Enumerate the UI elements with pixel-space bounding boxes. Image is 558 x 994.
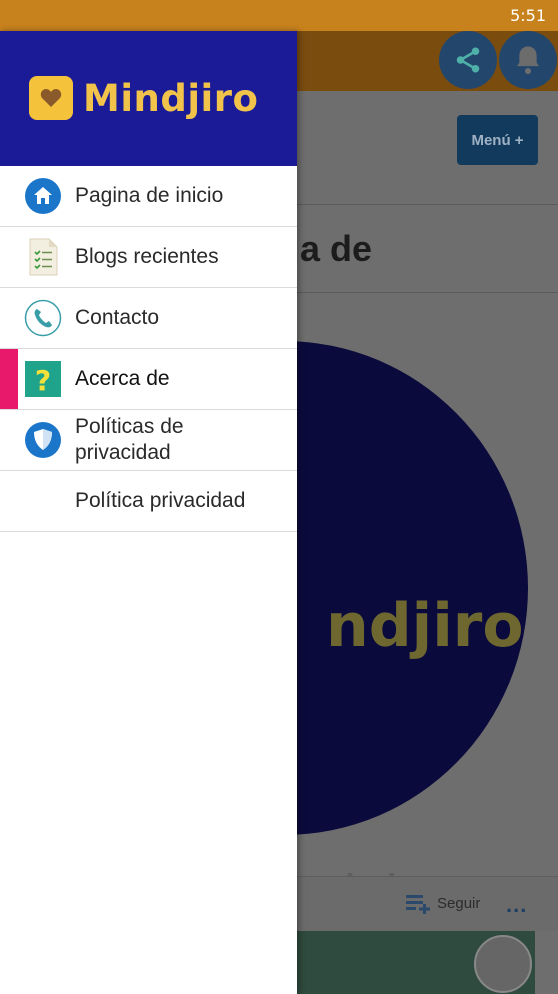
question-icon: ? xyxy=(24,360,62,398)
logo-mark-icon xyxy=(29,76,73,120)
home-icon xyxy=(24,177,62,215)
notifications-button[interactable] xyxy=(499,31,557,89)
active-marker xyxy=(0,349,18,409)
navigation-drawer: Mindjiro Pagina de inicio Blogs reciente… xyxy=(0,31,297,994)
page-title: a de xyxy=(300,228,373,269)
share-button[interactable] xyxy=(439,31,497,89)
nav-label: Contacto xyxy=(75,306,160,329)
nav-item-privacy-policy[interactable]: Política privacidad xyxy=(0,471,297,532)
nav-item-home[interactable]: Pagina de inicio xyxy=(0,166,297,227)
nav-item-about[interactable]: ? Acerca de xyxy=(0,349,297,410)
svg-text:?: ? xyxy=(35,364,51,397)
nav-label: Blogs recientes xyxy=(75,245,219,268)
nav-label: Pagina de inicio xyxy=(75,184,224,207)
nav-item-recent-blogs[interactable]: Blogs recientes xyxy=(0,227,297,288)
document-list-icon xyxy=(24,238,62,276)
shield-icon xyxy=(24,421,62,459)
more-options-button[interactable]: ... xyxy=(506,892,527,918)
nav-item-privacy-policies[interactable]: Políticas de privacidad xyxy=(0,410,297,471)
menu-button[interactable]: Menú + xyxy=(457,115,538,165)
brand-logo: Mindjiro xyxy=(29,76,258,120)
nav-item-contact[interactable]: Contacto xyxy=(0,288,297,349)
circle-logo-text: ndjiro xyxy=(326,591,524,661)
add-note-icon xyxy=(405,893,431,920)
drawer-header: Mindjiro xyxy=(0,31,297,166)
nav-label: Política privacidad xyxy=(75,489,246,512)
status-bar: 5:51 xyxy=(0,0,558,31)
share-icon xyxy=(456,47,480,73)
nav-list: Pagina de inicio Blogs recientes Contact… xyxy=(0,166,297,532)
phone-icon xyxy=(24,299,62,337)
follow-button[interactable]: Seguir xyxy=(437,895,480,912)
logo-text: Mindjiro xyxy=(83,76,259,120)
ad-avatar xyxy=(474,935,532,993)
nav-label: Acerca de xyxy=(75,367,170,390)
status-time: 5:51 xyxy=(510,6,546,25)
nav-label: Políticas de privacidad xyxy=(75,415,184,464)
bell-icon xyxy=(516,46,540,75)
